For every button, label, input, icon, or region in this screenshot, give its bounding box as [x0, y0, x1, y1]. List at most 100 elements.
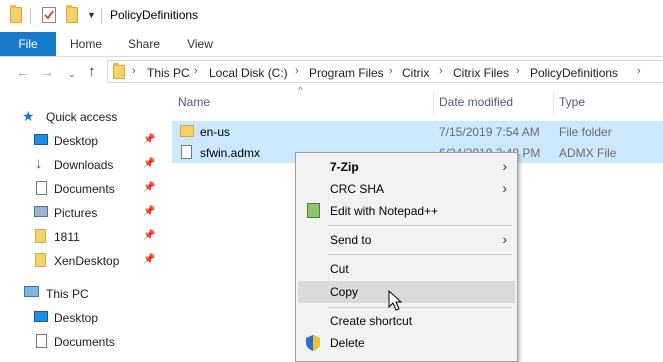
- pictures-icon: [34, 206, 48, 217]
- file-name: sfwin.admx: [200, 146, 261, 160]
- window-title: PolicyDefinitions: [110, 8, 199, 22]
- column-header-date[interactable]: Date modified: [439, 95, 513, 109]
- menu-item-label: CRC SHA: [330, 182, 385, 196]
- sidebar-item-label: Downloads: [54, 158, 114, 172]
- menu-item-label: Delete: [330, 336, 365, 350]
- pin-icon: 📌: [143, 182, 156, 193]
- forward-arrow-icon[interactable]: →: [40, 65, 54, 79]
- menu-item-crc-sha[interactable]: CRC SHA ›: [298, 178, 515, 200]
- sidebar-item-label: Desktop: [54, 134, 99, 148]
- menu-item-7zip[interactable]: 7-Zip ›: [298, 156, 515, 178]
- chevron-right-icon: ›: [502, 231, 507, 247]
- sidebar-item-label: Documents: [54, 335, 115, 349]
- desktop-icon: [34, 134, 48, 145]
- navigation-pane: ★ Quick access Desktop 📌 ↓ Downloads 📌 D…: [0, 93, 165, 352]
- column-header-name[interactable]: Name: [178, 95, 210, 109]
- tab-file[interactable]: File: [0, 32, 56, 56]
- address-bar[interactable]: › This PC › Local Disk (C:) › Program Fi…: [107, 60, 663, 83]
- file-date: 7/15/2019 7:54 AM: [439, 125, 540, 139]
- column-divider[interactable]: [553, 92, 554, 116]
- pin-icon: 📌: [143, 158, 156, 169]
- up-arrow-icon[interactable]: ↑: [88, 64, 96, 79]
- sidebar-item-label: XenDesktop: [54, 254, 120, 268]
- folder-icon: [35, 253, 46, 267]
- menu-item-label: Create shortcut: [330, 314, 413, 328]
- pin-icon: 📌: [143, 134, 156, 145]
- pin-icon: 📌: [143, 254, 156, 265]
- sidebar-item-downloads[interactable]: ↓ Downloads 📌: [0, 153, 160, 177]
- breadcrumb-this-pc[interactable]: This PC: [147, 66, 190, 80]
- breadcrumb-citrix-files[interactable]: Citrix Files: [453, 66, 509, 80]
- new-folder-icon[interactable]: [66, 5, 78, 24]
- title-bar: ▼ PolicyDefinitions: [0, 0, 663, 32]
- documents-icon: [36, 334, 47, 348]
- pin-icon: 📌: [143, 206, 156, 217]
- menu-item-send-to[interactable]: Send to ›: [298, 229, 515, 251]
- menu-item-label: 7-Zip: [330, 160, 359, 174]
- sidebar-item-documents[interactable]: Documents 📌: [0, 177, 160, 201]
- chevron-right-icon[interactable]: ›: [132, 65, 136, 77]
- shield-icon: [306, 335, 320, 351]
- ribbon-tabs: File Home Share View: [0, 32, 663, 57]
- menu-item-copy[interactable]: Copy: [298, 281, 515, 303]
- sidebar-item-desktop-pc[interactable]: Desktop: [0, 306, 160, 330]
- chevron-right-icon: ›: [502, 180, 507, 196]
- sidebar-item-label: 1811: [54, 230, 80, 244]
- menu-item-label: Send to: [330, 233, 372, 247]
- sidebar-item-pictures[interactable]: Pictures 📌: [0, 201, 160, 225]
- folder-icon: [180, 125, 194, 137]
- folder-icon: [113, 63, 125, 79]
- context-menu: 7-Zip › CRC SHA › Edit with Notepad++ Se…: [295, 152, 518, 362]
- star-icon: ★: [22, 108, 35, 124]
- breadcrumb-citrix[interactable]: Citrix: [402, 66, 429, 80]
- sidebar-item-documents-pc[interactable]: Documents: [0, 330, 160, 354]
- menu-item-label: Copy: [330, 285, 359, 299]
- chevron-right-icon[interactable]: ›: [439, 65, 443, 77]
- sidebar-item-desktop[interactable]: Desktop 📌: [0, 129, 160, 153]
- column-header-type[interactable]: Type: [559, 95, 585, 109]
- sidebar-item-1811[interactable]: 1811 📌: [0, 225, 160, 249]
- menu-item-label: Edit with Notepad++: [330, 204, 439, 218]
- customize-toolbar-icon[interactable]: ▼: [87, 10, 96, 20]
- menu-item-edit-notepad[interactable]: Edit with Notepad++: [298, 200, 515, 222]
- menu-item-delete[interactable]: Delete: [298, 332, 515, 354]
- downloads-icon: ↓: [35, 155, 43, 172]
- chevron-right-icon[interactable]: ›: [516, 65, 520, 77]
- sidebar-item-label: Quick access: [46, 110, 118, 124]
- sidebar-item-xendesktop[interactable]: XenDesktop 📌: [0, 249, 160, 273]
- sort-ascending-icon: ^: [298, 86, 303, 97]
- menu-item-label: Cut: [330, 262, 349, 276]
- documents-icon: [36, 181, 47, 195]
- menu-separator: [328, 225, 512, 226]
- tab-home[interactable]: Home: [60, 32, 112, 56]
- sidebar-item-label: This PC: [46, 287, 89, 301]
- sidebar-item-label: Documents: [54, 182, 115, 196]
- folder-icon: [10, 5, 22, 24]
- mouse-cursor-icon: [388, 290, 403, 311]
- properties-icon[interactable]: [42, 7, 56, 23]
- notepad-plus-plus-icon: [307, 203, 320, 218]
- chevron-right-icon[interactable]: ›: [389, 65, 393, 77]
- column-divider[interactable]: [433, 92, 434, 116]
- recent-locations-icon[interactable]: ⌄: [68, 67, 76, 81]
- pin-icon: 📌: [143, 230, 156, 241]
- chevron-right-icon[interactable]: ›: [295, 65, 299, 77]
- desktop-icon: [34, 311, 48, 322]
- back-arrow-icon[interactable]: ←: [16, 65, 30, 79]
- menu-separator: [328, 254, 512, 255]
- tab-view[interactable]: View: [174, 32, 226, 56]
- menu-item-cut[interactable]: Cut: [298, 258, 515, 280]
- sidebar-item-this-pc[interactable]: This PC: [0, 282, 160, 306]
- chevron-right-icon[interactable]: ›: [637, 65, 641, 77]
- sidebar-item-quick-access[interactable]: ★ Quick access: [0, 105, 160, 129]
- chevron-right-icon[interactable]: ›: [194, 65, 198, 77]
- tab-share[interactable]: Share: [118, 32, 170, 56]
- breadcrumb-policydefinitions[interactable]: PolicyDefinitions: [530, 66, 618, 80]
- menu-item-create-shortcut[interactable]: Create shortcut: [298, 310, 515, 332]
- file-row[interactable]: en-us 7/15/2019 7:54 AM File folder: [172, 121, 663, 142]
- file-name: en-us: [200, 125, 231, 139]
- breadcrumb-program-files[interactable]: Program Files: [309, 66, 384, 80]
- file-icon: [181, 145, 192, 159]
- breadcrumb-local-disk[interactable]: Local Disk (C:): [209, 66, 288, 80]
- file-type: ADMX File: [559, 146, 617, 160]
